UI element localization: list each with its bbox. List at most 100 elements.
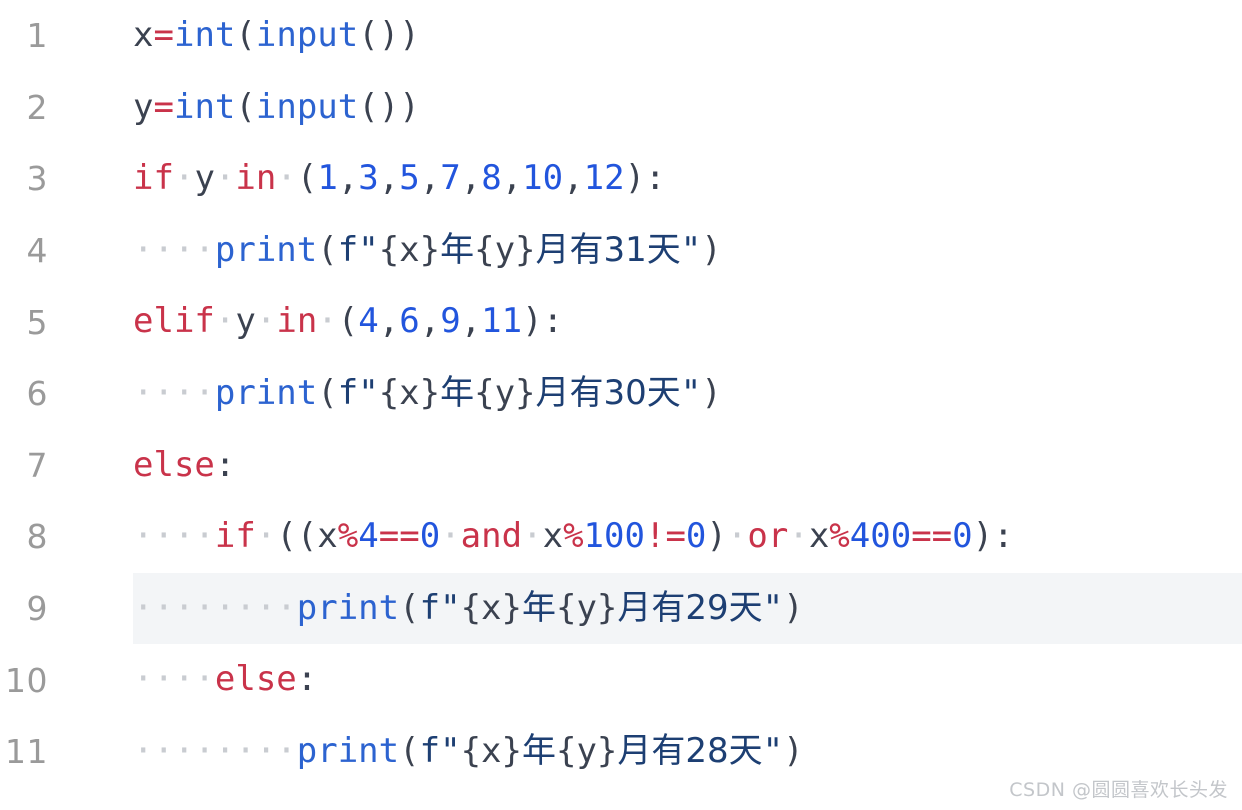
code-token-number: 8 <box>481 158 502 199</box>
code-line-content[interactable]: x = int(input()) <box>133 0 1242 72</box>
code-token-string: 月有29天 <box>617 587 763 628</box>
code-token-punct: ( <box>235 15 256 55</box>
code-token-plain: x <box>133 15 154 55</box>
code-token-operator: = <box>153 86 174 127</box>
code-line-content[interactable]: ···· else: <box>133 644 1242 716</box>
code-token-punct: , <box>337 158 359 199</box>
code-token-indent: · <box>726 516 748 557</box>
code-token-punct: ) <box>972 516 994 557</box>
code-line[interactable]: 5 elif · y · in ·(4, 6, 9, 11): <box>0 286 1242 358</box>
code-token-indent: · <box>317 301 338 342</box>
code-token-punct: ) <box>399 86 420 127</box>
code-line-content[interactable]: ···· print(f" {x} 年 {y} 月有31天 ") <box>133 215 1242 287</box>
code-token-plain: x <box>317 516 338 557</box>
code-token-indent: · <box>214 158 236 199</box>
line-number: 10 <box>5 660 48 700</box>
code-token-punct: , <box>378 158 400 199</box>
code-line[interactable]: 9 ········ print(f" {x} 年 {y} 月有29天 ") <box>0 572 1242 645</box>
code-token-number: 11 <box>481 301 523 342</box>
code-token-keyword: in <box>235 158 277 199</box>
code-line[interactable]: 3 if · y · in ·(1, 3, 5, 7, 8, 10, 12): <box>0 143 1242 215</box>
code-token-punct: ) <box>522 301 543 342</box>
code-token-keyword: and <box>460 516 523 557</box>
code-token-keyword: or <box>747 516 789 557</box>
code-line-list[interactable]: 1 x = int(input()) 2 y = int(input()) 3 if · y · in ·(… <box>0 0 1242 788</box>
code-token-number: 0 <box>952 516 973 557</box>
code-token-keyword: elif <box>133 301 215 342</box>
code-token-string: " <box>680 372 702 413</box>
code-token-punct: , <box>419 301 441 342</box>
code-token-string: f" <box>419 730 461 771</box>
csdn-watermark: CSDN @圆圆喜欢长头发 <box>1009 779 1228 801</box>
code-token-plain: y <box>194 158 215 199</box>
code-token-punct: , <box>419 158 441 199</box>
code-line[interactable]: 7 else: <box>0 430 1242 502</box>
code-line[interactable]: 8 ···· if ·((x% 4 == 0 · and · x% 100 != 0) · or · x% 400 =… <box>0 501 1242 573</box>
code-token-keyword: else <box>133 444 215 485</box>
code-line-content[interactable]: ········ print(f" {x} 年 {y} 月有29天 ") <box>133 572 1242 645</box>
line-number: 7 <box>26 445 48 485</box>
code-token-punct: , <box>501 158 523 199</box>
code-token-punct: ( <box>317 372 338 413</box>
code-token-string: " <box>680 229 702 270</box>
code-token-indent: · <box>276 158 297 199</box>
code-token-indent: ········ <box>133 730 297 771</box>
code-token-keyword: if <box>133 158 174 199</box>
code-line-content[interactable]: ···· print(f" {x} 年 {y} 月有30天 ") <box>133 358 1242 430</box>
line-number: 9 <box>26 589 48 629</box>
code-token-string: 年 <box>440 372 475 413</box>
code-token-number: 12 <box>583 158 625 199</box>
code-token-number: 5 <box>399 158 420 199</box>
code-token-punct: ) <box>706 516 727 557</box>
code-token-indent: ···· <box>133 229 215 270</box>
code-token-indent: · <box>214 301 236 342</box>
code-token-builtin: print <box>296 587 400 628</box>
code-token-punct: : <box>296 659 318 700</box>
code-token-builtin: input <box>255 86 359 127</box>
code-token-punct: ) <box>378 86 400 127</box>
code-token-punct: ( <box>358 86 379 127</box>
code-line[interactable]: 6 ···· print(f" {x} 年 {y} 月有30天 ") <box>0 358 1242 430</box>
code-line[interactable]: 1 x = int(input()) <box>0 0 1242 72</box>
code-editor[interactable]: 1 x = int(input()) 2 y = int(input()) 3 if · y · in ·(… <box>0 0 1242 810</box>
code-token-punct: , <box>460 301 482 342</box>
line-number: 6 <box>26 374 48 414</box>
code-line-content[interactable]: y = int(input()) <box>133 72 1242 144</box>
code-token-builtin: print <box>214 372 318 413</box>
code-token-number: 1 <box>317 158 338 199</box>
code-token-indent: ········ <box>133 587 297 628</box>
line-number: 5 <box>26 302 48 342</box>
code-token-operator: % <box>563 516 584 557</box>
code-line[interactable]: 10 ···· else: <box>0 644 1242 716</box>
code-token-indent: ···· <box>133 659 215 700</box>
code-token-indent: ···· <box>133 516 215 557</box>
code-token-punct: ) <box>701 229 722 270</box>
code-token-punct: ) <box>783 587 804 628</box>
code-line[interactable]: 2 y = int(input()) <box>0 72 1242 144</box>
code-token-plain: x <box>542 516 564 557</box>
code-token-interp: {y} <box>474 229 536 270</box>
code-token-punct: ( <box>358 15 379 55</box>
code-token-operator: = <box>153 15 174 55</box>
code-line-content[interactable]: ···· if ·((x% 4 == 0 · and · x% 100 != 0) · or · x% 400 ==… <box>133 501 1242 573</box>
code-token-punct: ) <box>399 15 420 55</box>
code-token-indent: · <box>522 516 543 557</box>
code-token-number: 7 <box>440 158 461 199</box>
code-token-indent: · <box>255 516 277 557</box>
code-line-content[interactable]: else: <box>133 430 1242 502</box>
line-number: 4 <box>26 231 48 271</box>
code-token-punct: ( <box>337 301 359 342</box>
code-token-number: 0 <box>419 516 441 557</box>
code-token-punct: ( <box>317 229 338 270</box>
code-line[interactable]: 4 ···· print(f" {x} 年 {y} 月有31天 ") <box>0 215 1242 287</box>
code-token-interp: {y} <box>555 730 618 771</box>
code-token-string: 年 <box>440 229 475 270</box>
code-token-interp: {y} <box>474 372 536 413</box>
code-token-number: 4 <box>358 516 379 557</box>
code-line-content[interactable]: elif · y · in ·(4, 6, 9, 11): <box>133 286 1242 358</box>
code-token-punct: ( <box>399 587 420 628</box>
code-token-number: 6 <box>399 301 420 342</box>
code-token-punct: , <box>460 158 482 199</box>
code-token-string: " <box>762 730 784 771</box>
code-line-content[interactable]: if · y · in ·(1, 3, 5, 7, 8, 10, 12): <box>133 143 1242 215</box>
